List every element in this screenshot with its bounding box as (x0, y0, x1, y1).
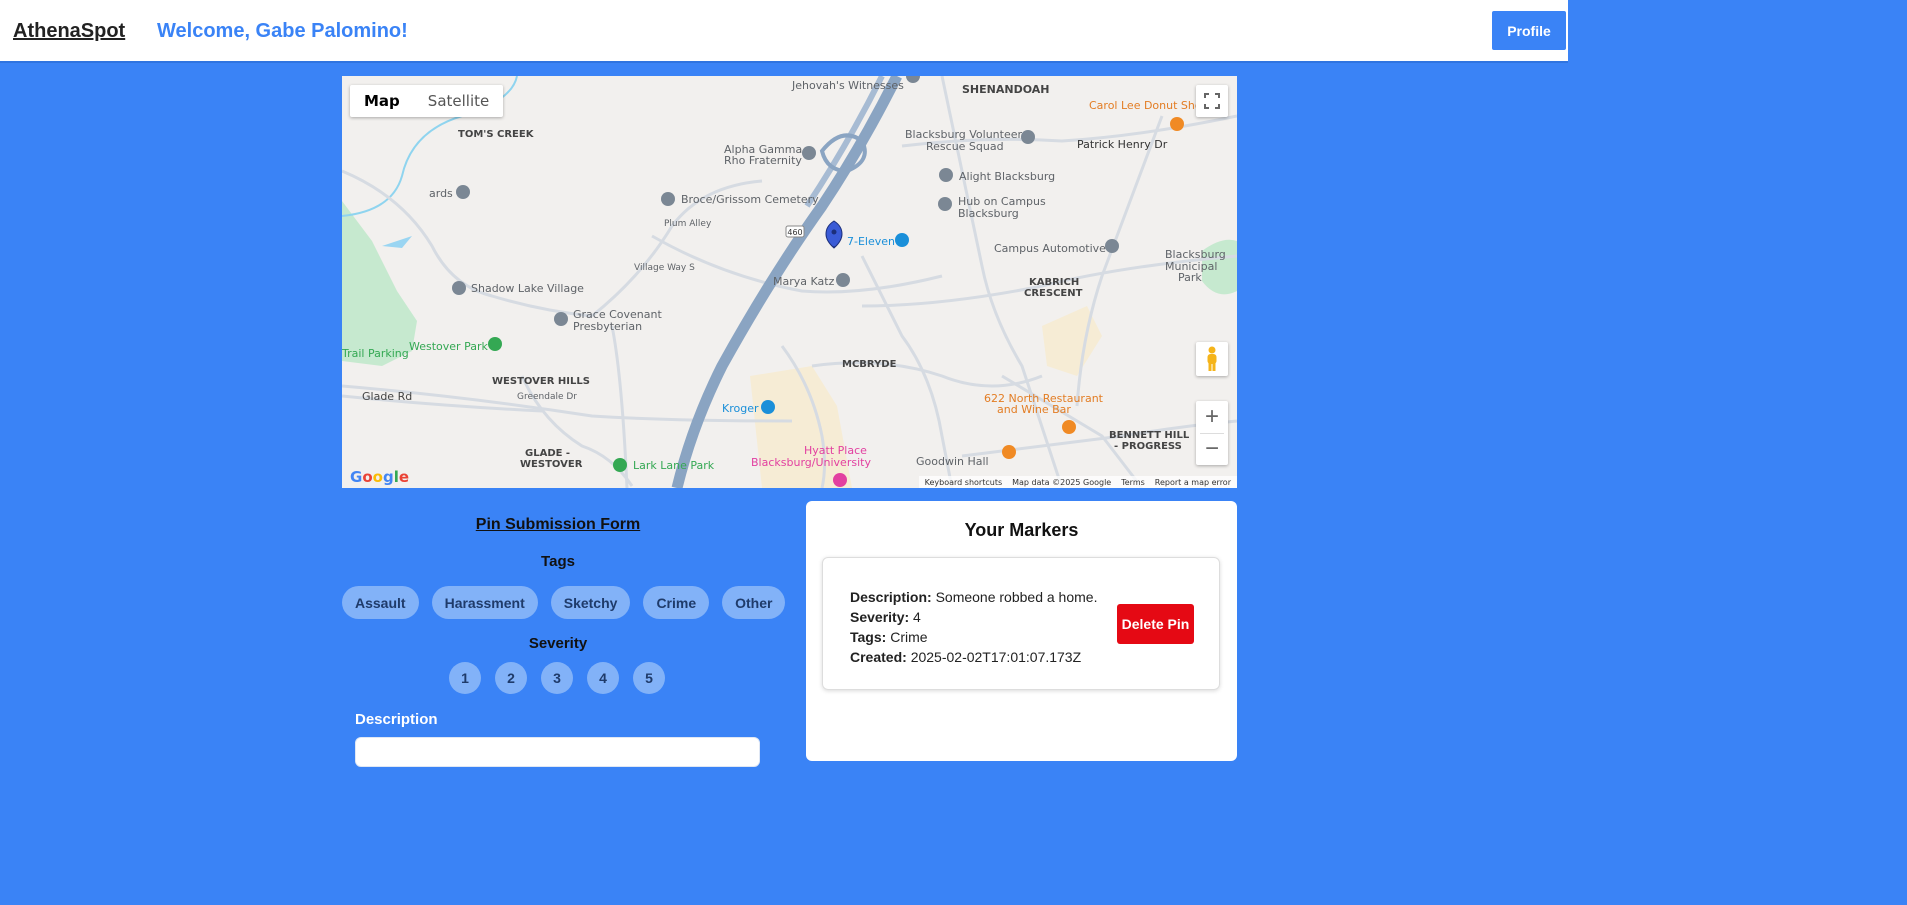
marker-created-line: Created: 2025-02-02T17:01:07.173Z (850, 647, 1097, 667)
map-label-shadow-lake: Shadow Lake Village (471, 282, 584, 295)
map-label-bennett-2: - PROGRESS (1114, 441, 1182, 452)
marker-severity-line: Severity: 4 (850, 607, 1097, 627)
campus-area-1 (750, 366, 852, 488)
marker-card: Description: Someone robbed a home. Seve… (822, 557, 1220, 690)
delete-pin-button[interactable]: Delete Pin (1117, 604, 1194, 644)
park-area-west (342, 201, 417, 366)
map-label-village-way: Village Way S (634, 263, 695, 273)
map-label-trail-parking: Trail Parking (342, 347, 409, 360)
map-label-patrick-henry: Patrick Henry Dr (1077, 138, 1168, 151)
brand-link[interactable]: AthenaSpot (13, 20, 125, 43)
map-label-hyatt-2: Blacksburg/University (751, 456, 871, 469)
description-label: Description (355, 711, 438, 728)
severity-1-button[interactable]: 1 (449, 662, 481, 694)
map-label-westover-hills: WESTOVER HILLS (492, 376, 590, 387)
google-logo: Google (350, 468, 410, 486)
tag-crime-button[interactable]: Crime (643, 586, 710, 619)
user-marker-pin (825, 220, 843, 249)
map-type-map-button[interactable]: Map (350, 85, 414, 117)
marker-description-line: Description: Someone robbed a home. (850, 587, 1097, 607)
map-label-greendale: Greendale Dr (517, 392, 577, 402)
markers-title: Your Markers (964, 520, 1079, 540)
top-navbar: AthenaSpot Welcome, Gabe Palomino! Profi… (0, 0, 1568, 63)
tag-sketchy-button[interactable]: Sketchy (550, 586, 631, 619)
marker-description-value: Someone robbed a home. (935, 589, 1098, 605)
description-input[interactable] (355, 737, 760, 767)
map-label-westover-park: Westover Park (409, 340, 488, 353)
map-label-marya: Marya Katz (773, 275, 835, 288)
map-label-alpha-gamma-2: Rho Fraternity (724, 154, 802, 167)
map-label-bennett-1: BENNETT HILL (1109, 430, 1190, 441)
map-label-toms-creek: TOM'S CREEK (458, 129, 535, 140)
street-view-pegman[interactable] (1196, 342, 1228, 376)
map-label-shenandoah: SHENANDOAH (962, 83, 1049, 96)
map-view[interactable]: 460 SHENANDOAH Jehovah's Witnesses TOM'S… (342, 76, 1237, 488)
marker-created-value: 2025-02-02T17:01:07.173Z (910, 649, 1082, 665)
report-error-link[interactable]: Report a map error (1155, 478, 1231, 487)
map-label-kroger: Kroger (722, 402, 759, 415)
map-label-hub-2: Blacksburg (958, 207, 1019, 220)
marker-created-label: Created: (850, 649, 907, 665)
severity-options: 1 2 3 4 5 (449, 662, 665, 694)
map-label-glade-rd: Glade Rd (362, 390, 412, 403)
route-shield-label: 460 (787, 228, 802, 237)
map-label-plum-alley: Plum Alley (664, 219, 712, 229)
map-label-campus-auto: Campus Automotive (994, 242, 1106, 255)
marker-tags-label: Tags: (850, 629, 887, 645)
map-label-goodwin: Goodwin Hall (916, 455, 989, 468)
severity-2-button[interactable]: 2 (495, 662, 527, 694)
map-label-glade-westover-1: GLADE - (525, 448, 570, 459)
tag-harassment-button[interactable]: Harassment (431, 586, 538, 619)
map-label-kabrich-1: KABRICH (1029, 277, 1079, 288)
marker-tags-value: Crime (890, 629, 928, 645)
terms-link[interactable]: Terms (1121, 478, 1145, 487)
map-type-toggle: Map Satellite (350, 85, 504, 117)
map-label-seven-eleven: 7-Eleven (847, 235, 895, 248)
map-label-north-rest-2: and Wine Bar (997, 403, 1071, 416)
map-label-kabrich-2: CRESCENT (1024, 288, 1083, 299)
severity-4-button[interactable]: 4 (587, 662, 619, 694)
pond-1 (382, 236, 412, 248)
form-title: Pin Submission Form (475, 516, 641, 533)
tag-other-button[interactable]: Other (722, 586, 786, 619)
map-canvas[interactable]: 460 SHENANDOAH Jehovah's Witnesses TOM'S… (342, 76, 1237, 488)
map-label-mcbryde: MCBRYDE (842, 359, 897, 370)
marker-details: Description: Someone robbed a home. Seve… (850, 587, 1097, 667)
zoom-in-button[interactable]: + (1196, 401, 1228, 433)
map-label-grace-2: Presbyterian (573, 320, 642, 333)
fullscreen-icon (1204, 93, 1220, 109)
map-label-lark-lane: Lark Lane Park (633, 459, 715, 472)
map-type-satellite-button[interactable]: Satellite (414, 85, 503, 117)
map-label-ards: ards (429, 187, 453, 200)
marker-tags-line: Tags: Crime (850, 627, 1097, 647)
map-label-cemetery: Broce/Grissom Cemetery (681, 193, 819, 206)
tag-assault-button[interactable]: Assault (342, 586, 419, 619)
tags-label: Tags (541, 553, 575, 570)
tag-options: Assault Harassment Sketchy Crime Other (342, 586, 786, 619)
marker-description-label: Description: (850, 589, 932, 605)
map-label-carol-lee: Carol Lee Donut Sho (1089, 99, 1202, 112)
map-label-jehovah: Jehovah's Witnesses (791, 79, 904, 92)
zoom-out-button[interactable]: − (1196, 433, 1228, 465)
marker-severity-label: Severity: (850, 609, 910, 625)
zoom-control: + − (1196, 401, 1228, 465)
map-attribution: Keyboard shortcuts Map data ©2025 Google… (918, 476, 1237, 488)
map-label-volunteer-2: Rescue Squad (926, 140, 1004, 153)
keyboard-shortcuts-link[interactable]: Keyboard shortcuts (925, 478, 1002, 487)
welcome-message: Welcome, Gabe Palomino! (157, 20, 408, 42)
your-markers-panel: Your Markers Description: Someone robbed… (806, 501, 1237, 761)
profile-button[interactable]: Profile (1492, 11, 1566, 50)
fullscreen-button[interactable] (1196, 85, 1228, 117)
severity-label: Severity (528, 635, 588, 652)
map-label-glade-westover-2: WESTOVER (520, 459, 583, 470)
severity-3-button[interactable]: 3 (541, 662, 573, 694)
map-label-bmp-3: Park (1178, 271, 1202, 284)
severity-5-button[interactable]: 5 (633, 662, 665, 694)
map-label-alight: Alight Blacksburg (959, 170, 1055, 183)
map-data-text: Map data ©2025 Google (1012, 477, 1112, 487)
campus-area-2 (1042, 306, 1102, 376)
pegman-icon (1207, 346, 1217, 371)
marker-severity-value: 4 (913, 609, 921, 625)
